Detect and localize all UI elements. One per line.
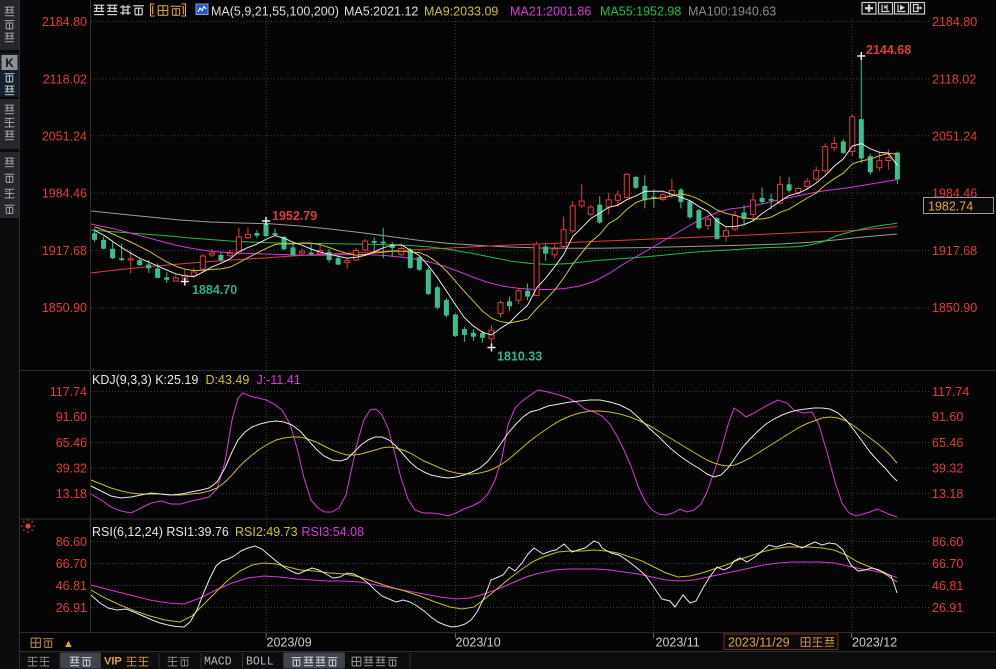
svg-text:46.81: 46.81	[932, 579, 963, 593]
svg-text:13.18: 13.18	[932, 487, 963, 501]
svg-text:2184.80: 2184.80	[932, 15, 977, 29]
svg-text:MA(5,9,21,55,100,200): MA(5,9,21,55,100,200)	[211, 5, 339, 19]
svg-text:2023/11: 2023/11	[656, 636, 700, 650]
svg-text:39.32: 39.32	[932, 462, 963, 476]
svg-text:86.60: 86.60	[56, 535, 87, 549]
svg-text:2051.24: 2051.24	[42, 129, 87, 143]
svg-text:1917.68: 1917.68	[42, 244, 87, 258]
svg-text:MA55:1952.98: MA55:1952.98	[600, 5, 681, 19]
svg-text:1810.33: 1810.33	[497, 350, 542, 364]
svg-text:2118.02: 2118.02	[43, 72, 87, 86]
svg-text:65.46: 65.46	[56, 436, 87, 450]
svg-text:1984.46: 1984.46	[42, 187, 87, 201]
svg-text:1850.90: 1850.90	[932, 301, 977, 315]
svg-text:2023/10: 2023/10	[456, 636, 501, 650]
svg-text:2118.02: 2118.02	[932, 72, 976, 86]
svg-text:46.81: 46.81	[56, 579, 87, 593]
svg-text:26.91: 26.91	[56, 601, 87, 615]
svg-text:1917.68: 1917.68	[932, 244, 977, 258]
svg-text:MACD: MACD	[204, 656, 232, 669]
svg-text:MA21:2001.86: MA21:2001.86	[510, 5, 591, 19]
svg-text:▲: ▲	[63, 638, 74, 650]
svg-text:66.70: 66.70	[932, 557, 963, 571]
svg-text:D:43.49: D:43.49	[206, 373, 250, 387]
svg-text:65.46: 65.46	[932, 436, 963, 450]
svg-text:MA5:2021.12: MA5:2021.12	[344, 5, 418, 19]
svg-text:J:-11.41: J:-11.41	[257, 373, 301, 387]
svg-text:1850.90: 1850.90	[42, 301, 87, 315]
svg-text:91.60: 91.60	[56, 410, 87, 424]
svg-text:66.70: 66.70	[56, 557, 87, 571]
svg-text:K: K	[5, 58, 14, 70]
svg-text:KDJ(9,3,3) K:25.19: KDJ(9,3,3) K:25.19	[92, 373, 198, 387]
svg-text:1884.70: 1884.70	[192, 283, 237, 297]
svg-text:39.32: 39.32	[56, 462, 87, 476]
svg-text:26.91: 26.91	[932, 601, 963, 615]
svg-text:117.74: 117.74	[932, 385, 969, 399]
svg-text:MA100:1940.63: MA100:1940.63	[688, 5, 776, 19]
svg-text:1982.74: 1982.74	[928, 200, 973, 214]
svg-text:2023/11/29: 2023/11/29	[728, 636, 790, 650]
svg-text:VIP: VIP	[104, 656, 122, 668]
svg-text:2051.24: 2051.24	[932, 129, 977, 143]
svg-text:BOLL: BOLL	[246, 656, 274, 669]
svg-text:2184.80: 2184.80	[42, 15, 87, 29]
svg-text:2144.68: 2144.68	[866, 43, 911, 57]
svg-text:2023/12: 2023/12	[852, 636, 897, 650]
svg-text:117.74: 117.74	[50, 385, 87, 399]
svg-text:13.18: 13.18	[56, 487, 87, 501]
svg-text:MA9:2033.09: MA9:2033.09	[424, 5, 498, 19]
svg-text:1952.79: 1952.79	[272, 209, 317, 223]
svg-text:86.60: 86.60	[932, 535, 963, 549]
svg-text:RSI3:54.08: RSI3:54.08	[302, 525, 365, 539]
svg-text:2023/09: 2023/09	[267, 636, 312, 650]
svg-text:RSI2:49.73: RSI2:49.73	[235, 525, 298, 539]
svg-text:91.60: 91.60	[932, 410, 963, 424]
svg-text:RSI(6,12,24) RSI1:39.76: RSI(6,12,24) RSI1:39.76	[92, 525, 229, 539]
